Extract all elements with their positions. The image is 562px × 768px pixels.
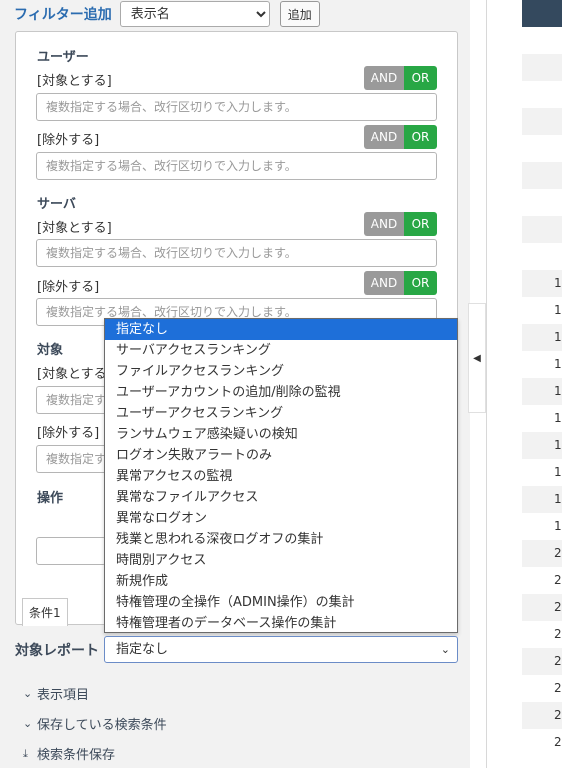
table-row[interactable]	[522, 189, 562, 216]
table-row[interactable]: 1	[522, 378, 562, 405]
saved-conditions-label: 保存している検索条件	[37, 718, 167, 733]
filter-add-row: フィルター追加 表示名 追加	[14, 1, 320, 27]
table-row[interactable]	[522, 162, 562, 189]
table-row[interactable]: 1	[522, 297, 562, 324]
dropdown-option[interactable]: ユーザーアクセスランキング	[105, 403, 457, 424]
collapse-panel-button[interactable]: ◀	[468, 303, 486, 413]
table-row[interactable]: 2	[522, 648, 562, 675]
user-section-title: ユーザー	[37, 50, 89, 65]
user-include-input[interactable]: 複数指定する場合、改行区切りで入力します。	[36, 93, 437, 121]
dropdown-option[interactable]: 指定なし	[105, 319, 457, 340]
or-toggle-option[interactable]: OR	[404, 212, 437, 236]
dropdown-option[interactable]: 特権管理の全操作（ADMIN操作）の集計	[105, 592, 457, 613]
table-row[interactable]: 2	[522, 621, 562, 648]
table-row[interactable]: 1	[522, 405, 562, 432]
target-report-value: 指定なし	[116, 642, 169, 657]
table-row[interactable]: 2	[522, 540, 562, 567]
filter-add-label: フィルター追加	[14, 7, 112, 23]
dropdown-option[interactable]: 特権管理者のデータベース操作の集計	[105, 613, 457, 634]
display-items-toggle[interactable]: ⌄ 表示項目	[23, 684, 89, 703]
operation-input[interactable]	[36, 537, 106, 565]
dropdown-option[interactable]: ファイルアクセスランキング	[105, 361, 457, 382]
pane-divider[interactable]	[486, 0, 487, 768]
or-toggle-option[interactable]: OR	[404, 271, 437, 295]
table-row[interactable]: 1	[522, 324, 562, 351]
dropdown-option[interactable]: ユーザーアカウントの追加/削除の監視	[105, 382, 457, 403]
table-row[interactable]	[522, 216, 562, 243]
filter-field-select[interactable]: 表示名	[119, 1, 270, 27]
dropdown-option[interactable]: 時間別アクセス	[105, 550, 457, 571]
save-conditions-label: 検索条件保存	[37, 748, 116, 763]
dropdown-option[interactable]: ランサムウェア感染疑いの検知	[105, 424, 457, 445]
table-row[interactable]	[522, 243, 562, 270]
filter-add-button[interactable]: 追加	[279, 1, 320, 27]
and-toggle-option[interactable]: AND	[364, 66, 404, 90]
table-row[interactable]: 2	[522, 594, 562, 621]
table-row[interactable]: 2	[522, 702, 562, 729]
dropdown-option[interactable]: 異常なログオン	[105, 508, 457, 529]
server-include-input[interactable]: 複数指定する場合、改行区切りで入力します。	[36, 239, 437, 267]
user-exclude-label: [除外する]	[37, 133, 100, 148]
table-row[interactable]	[522, 108, 562, 135]
saved-conditions-toggle[interactable]: ⌄ 保存している検索条件	[23, 714, 167, 733]
target-report-select[interactable]: 指定なし ⌄	[104, 636, 458, 663]
dropdown-option[interactable]: サーバアクセスランキング	[105, 340, 457, 361]
download-icon: ⤓	[23, 746, 28, 760]
and-toggle-option[interactable]: AND	[364, 125, 404, 149]
target-include-input[interactable]: 複数指定す	[36, 386, 106, 414]
target-include-label: [対象とする]	[37, 367, 112, 382]
report-dropdown-list[interactable]: 指定なし サーバアクセスランキング ファイルアクセスランキング ユーザーアカウン…	[104, 318, 458, 633]
target-exclude-label: [除外する]	[37, 426, 100, 441]
chevron-down-icon: ⌄	[23, 717, 33, 730]
server-include-and-or-toggle[interactable]: AND OR	[364, 212, 437, 236]
results-table-pane: 111111111122222222	[522, 0, 562, 768]
table-row[interactable]: 2	[522, 675, 562, 702]
user-exclude-and-or-toggle[interactable]: AND OR	[364, 125, 437, 149]
or-toggle-option[interactable]: OR	[404, 125, 437, 149]
tab-condition-1[interactable]: 条件1	[22, 598, 68, 626]
dropdown-option[interactable]: 残業と思われる深夜ログオフの集計	[105, 529, 457, 550]
or-toggle-option[interactable]: OR	[404, 66, 437, 90]
table-row[interactable]: 1	[522, 513, 562, 540]
and-toggle-option[interactable]: AND	[364, 212, 404, 236]
user-include-label: [対象とする]	[37, 74, 112, 89]
chevron-down-icon: ⌄	[440, 643, 450, 656]
dropdown-option[interactable]: 異常なファイルアクセス	[105, 487, 457, 508]
operation-section-title: 操作	[37, 491, 64, 506]
results-table-header	[522, 0, 562, 27]
and-toggle-option[interactable]: AND	[364, 271, 404, 295]
server-include-label: [対象とする]	[37, 221, 112, 236]
dropdown-option[interactable]: 新規作成	[105, 571, 457, 592]
server-exclude-label: [除外する]	[37, 280, 100, 295]
table-row[interactable]	[522, 81, 562, 108]
display-items-label: 表示項目	[37, 688, 90, 703]
table-row[interactable]: 1	[522, 270, 562, 297]
table-row[interactable]: 2	[522, 729, 562, 756]
table-row[interactable]: 1	[522, 459, 562, 486]
target-section-title: 対象	[37, 343, 64, 358]
save-conditions-link[interactable]: ⤓ 検索条件保存	[23, 744, 116, 764]
table-row[interactable]: 1	[522, 486, 562, 513]
table-row[interactable]: 1	[522, 351, 562, 378]
server-exclude-and-or-toggle[interactable]: AND OR	[364, 271, 437, 295]
dropdown-option[interactable]: 異常アクセスの監視	[105, 466, 457, 487]
triangle-left-icon: ◀	[473, 352, 481, 364]
table-row[interactable]	[522, 135, 562, 162]
server-section-title: サーバ	[37, 197, 76, 212]
chevron-down-icon: ⌄	[23, 687, 33, 700]
target-exclude-input[interactable]: 複数指定す	[36, 445, 106, 473]
table-row[interactable]: 2	[522, 567, 562, 594]
target-report-label: 対象レポート	[15, 642, 99, 659]
user-include-and-or-toggle[interactable]: AND OR	[364, 66, 437, 90]
target-report-row: 対象レポート	[15, 636, 99, 663]
table-row[interactable]	[522, 27, 562, 54]
table-row[interactable]: 1	[522, 432, 562, 459]
user-exclude-input[interactable]: 複数指定する場合、改行区切りで入力します。	[36, 152, 437, 180]
dropdown-option[interactable]: ログオン失敗アラートのみ	[105, 445, 457, 466]
table-row[interactable]	[522, 54, 562, 81]
